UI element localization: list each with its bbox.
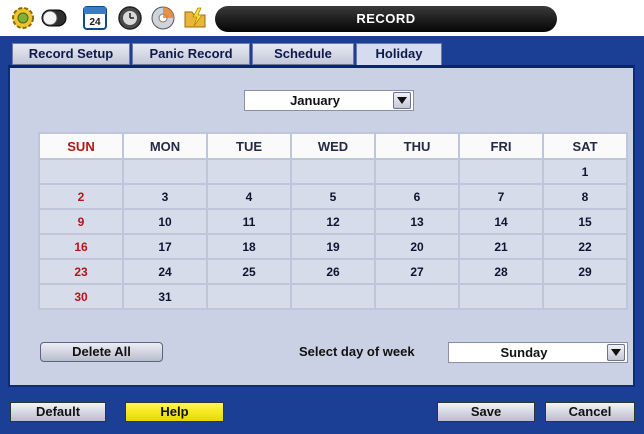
day-cell[interactable]: 20 [376,235,458,258]
day-cell[interactable]: 22 [544,235,626,258]
day-cell[interactable] [292,160,374,183]
day-cell[interactable]: 2 [40,185,122,208]
day-cell[interactable] [460,285,542,308]
top-toolbar: 24 RECORD [0,0,644,36]
header-sat: SAT [544,134,626,158]
day-cell[interactable]: 23 [40,260,122,283]
day-cell[interactable] [292,285,374,308]
delete-all-button[interactable]: Delete All [40,342,163,362]
day-cell[interactable] [460,160,542,183]
month-select[interactable]: January [244,90,414,111]
day-cell[interactable] [40,160,122,183]
day-cell[interactable]: 26 [292,260,374,283]
day-of-week-value: Sunday [500,345,548,360]
header-mon: MON [124,134,206,158]
day-cell[interactable]: 7 [460,185,542,208]
cancel-button[interactable]: Cancel [545,402,635,422]
settings-icon[interactable] [10,5,36,31]
day-cell[interactable]: 24 [124,260,206,283]
day-cell[interactable]: 1 [544,160,626,183]
header-sun: SUN [40,134,122,158]
holiday-panel: January SUN MON TUE WED THU FRI SAT 1 2 … [8,65,635,387]
day-cell[interactable] [208,160,290,183]
day-cell[interactable] [376,160,458,183]
tab-panic-record[interactable]: Panic Record [132,43,250,65]
day-of-week-select[interactable]: Sunday [448,342,628,363]
header-fri: FRI [460,134,542,158]
chevron-down-icon [397,97,407,104]
clock-icon[interactable] [117,5,143,31]
chevron-down-icon [611,349,621,356]
day-cell[interactable]: 11 [208,210,290,233]
day-cell[interactable] [376,285,458,308]
day-cell[interactable]: 29 [544,260,626,283]
day-cell[interactable]: 28 [460,260,542,283]
window-title: RECORD [215,6,557,32]
day-cell[interactable]: 21 [460,235,542,258]
day-of-week-label: Select day of week [299,344,415,359]
month-dropdown-button[interactable] [393,92,411,109]
day-cell[interactable]: 19 [292,235,374,258]
calendar-icon-day: 24 [89,17,101,28]
month-select-value: January [290,93,340,108]
day-cell[interactable]: 6 [376,185,458,208]
day-cell[interactable]: 30 [40,285,122,308]
disc-icon[interactable] [150,5,176,31]
day-cell[interactable]: 18 [208,235,290,258]
day-cell[interactable]: 17 [124,235,206,258]
calendar-week-4: 16 17 18 19 20 21 22 [40,235,626,258]
day-of-week-dropdown-button[interactable] [607,344,625,361]
day-cell[interactable]: 3 [124,185,206,208]
day-cell[interactable]: 8 [544,185,626,208]
day-cell[interactable] [208,285,290,308]
day-cell[interactable]: 25 [208,260,290,283]
default-button[interactable]: Default [10,402,106,422]
calendar-week-3: 9 10 11 12 13 14 15 [40,210,626,233]
day-cell[interactable]: 5 [292,185,374,208]
header-tue: TUE [208,134,290,158]
folder-icon[interactable] [182,5,208,31]
calendar-week-5: 23 24 25 26 27 28 29 [40,260,626,283]
calendar-icon[interactable]: 24 [82,5,108,31]
tab-holiday[interactable]: Holiday [356,43,442,67]
day-cell[interactable]: 16 [40,235,122,258]
tab-schedule[interactable]: Schedule [252,43,354,65]
record-window: 24 RECORD Record Setup Panic Record Sche… [0,0,644,434]
day-cell[interactable]: 31 [124,285,206,308]
calendar-week-1: 1 [40,160,626,183]
day-cell[interactable]: 9 [40,210,122,233]
save-button[interactable]: Save [437,402,535,422]
header-thu: THU [376,134,458,158]
header-wed: WED [292,134,374,158]
day-cell[interactable]: 14 [460,210,542,233]
day-cell[interactable]: 15 [544,210,626,233]
day-cell[interactable]: 13 [376,210,458,233]
day-cell[interactable] [544,285,626,308]
day-cell[interactable]: 27 [376,260,458,283]
day-cell[interactable] [124,160,206,183]
calendar-week-2: 2 3 4 5 6 7 8 [40,185,626,208]
tab-record-setup[interactable]: Record Setup [12,43,130,65]
day-cell[interactable]: 10 [124,210,206,233]
holiday-calendar: SUN MON TUE WED THU FRI SAT 1 2 3 4 5 6 … [38,132,628,310]
day-cell[interactable]: 12 [292,210,374,233]
help-button[interactable]: Help [125,402,224,422]
toggle-icon[interactable] [41,5,67,31]
calendar-week-6: 30 31 [40,285,626,308]
day-cell[interactable]: 4 [208,185,290,208]
calendar-header-row: SUN MON TUE WED THU FRI SAT [40,134,626,158]
